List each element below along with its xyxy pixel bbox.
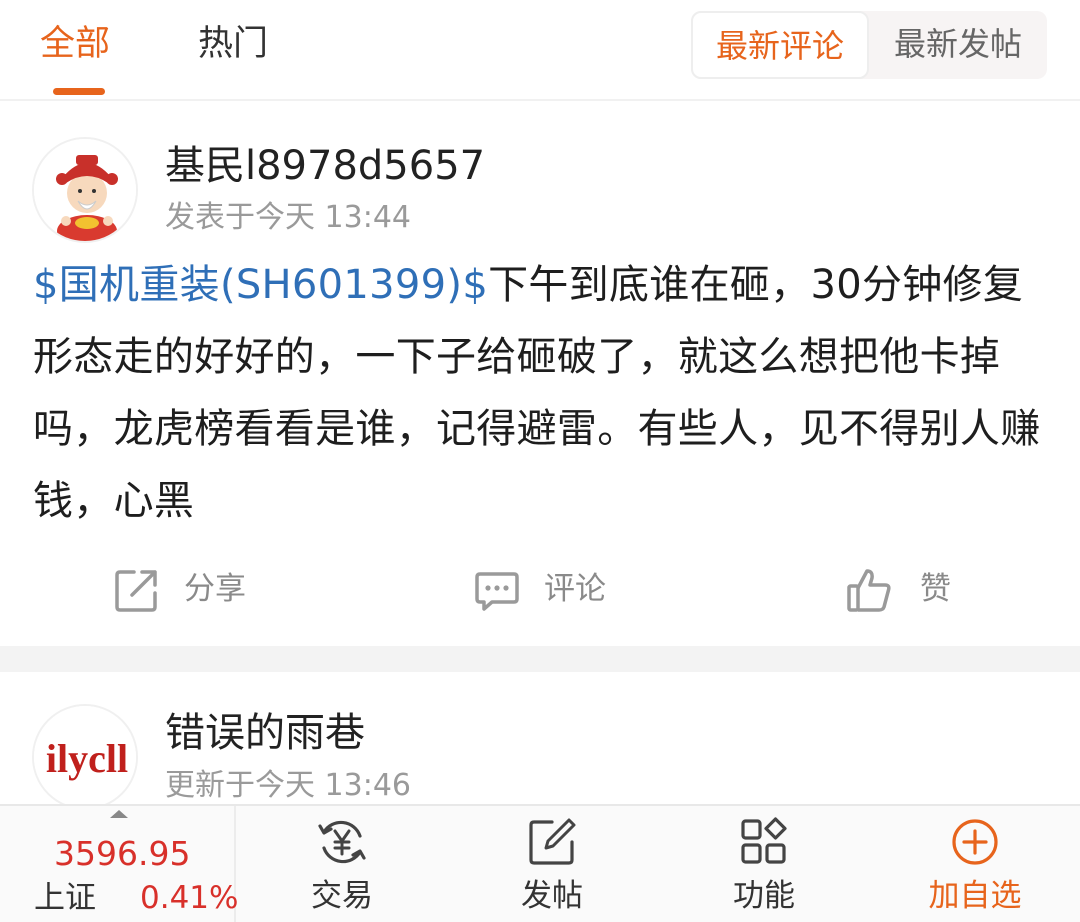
nav-functions-label: 功能 bbox=[733, 878, 795, 914]
post-author-name[interactable]: 基民l8978d5657 bbox=[165, 141, 485, 191]
nav-post-button[interactable]: 发帖 bbox=[472, 806, 632, 922]
grid-apps-icon bbox=[741, 817, 787, 864]
post-timestamp: 发表于今天 13:44 bbox=[165, 200, 411, 235]
tab-all[interactable]: 全部 bbox=[40, 22, 110, 66]
bottom-navigation: 3596.95 上证 0.41% 交易 发帖 功能 加自选 bbox=[0, 804, 1080, 922]
plus-circle-icon bbox=[952, 819, 998, 865]
nav-add-watchlist-button[interactable]: 加自选 bbox=[895, 806, 1055, 922]
nav-add-watchlist-label: 加自选 bbox=[928, 878, 1022, 914]
filter-bar: 全部 热门 最新评论 最新发帖 bbox=[0, 0, 1080, 101]
share-button[interactable]: 分享 bbox=[114, 561, 264, 621]
nav-post-label: 发帖 bbox=[521, 878, 583, 914]
comment-label: 评论 bbox=[544, 571, 606, 607]
comment-button[interactable]: 评论 bbox=[474, 561, 624, 621]
comment-icon bbox=[475, 572, 519, 611]
index-name: 上证 bbox=[34, 880, 96, 916]
active-tab-indicator bbox=[53, 88, 105, 95]
svg-text:ilycll: ilycll bbox=[46, 736, 128, 781]
share-icon bbox=[115, 570, 157, 612]
thumbs-up-icon bbox=[847, 569, 891, 612]
nav-trade-button[interactable]: 交易 bbox=[262, 806, 422, 922]
like-button[interactable]: 赞 bbox=[846, 561, 966, 621]
stock-tag-link[interactable]: $国机重装(SH601399)$ bbox=[33, 262, 488, 308]
index-change: 0.41% bbox=[140, 880, 239, 916]
index-value: 3596.95 bbox=[54, 834, 191, 873]
post-content[interactable]: $国机重装(SH601399)$下午到底谁在砸，30分钟修复形态走的好好的，一下… bbox=[33, 249, 1048, 537]
share-label: 分享 bbox=[184, 571, 246, 607]
like-label: 赞 bbox=[920, 571, 951, 607]
sort-latest-comment-button[interactable]: 最新评论 bbox=[691, 11, 869, 79]
compose-icon bbox=[529, 818, 576, 865]
fortune-god-avatar-icon bbox=[34, 139, 136, 241]
post-card[interactable]: 基民l8978d5657 发表于今天 13:44 $国机重装(SH601399)… bbox=[0, 103, 1080, 646]
post-card[interactable]: ilycll 错误的雨巷 更新于今天 13:46 bbox=[0, 672, 1080, 810]
post-author-name[interactable]: 错误的雨巷 bbox=[165, 708, 365, 758]
avatar[interactable] bbox=[32, 137, 138, 243]
avatar[interactable]: ilycll bbox=[32, 704, 138, 810]
caret-up-icon bbox=[110, 810, 128, 818]
sort-latest-post-button[interactable]: 最新发帖 bbox=[869, 11, 1047, 79]
post-timestamp: 更新于今天 13:46 bbox=[165, 768, 411, 803]
post-actions: 分享 评论 赞 bbox=[0, 555, 1080, 625]
post-separator bbox=[0, 646, 1080, 672]
tab-hot[interactable]: 热门 bbox=[198, 22, 268, 66]
yen-exchange-icon bbox=[318, 820, 366, 864]
nav-trade-label: 交易 bbox=[311, 878, 373, 914]
text-logo-avatar-icon: ilycll bbox=[34, 706, 136, 808]
market-index-widget[interactable]: 3596.95 上证 0.41% bbox=[0, 806, 239, 922]
sort-toggle: 最新评论 最新发帖 bbox=[691, 11, 1047, 79]
nav-functions-button[interactable]: 功能 bbox=[684, 806, 844, 922]
stock-forum-page: 全部 热门 最新评论 最新发帖 基民l8978d5657 发表于今天 13:44… bbox=[0, 0, 1080, 922]
